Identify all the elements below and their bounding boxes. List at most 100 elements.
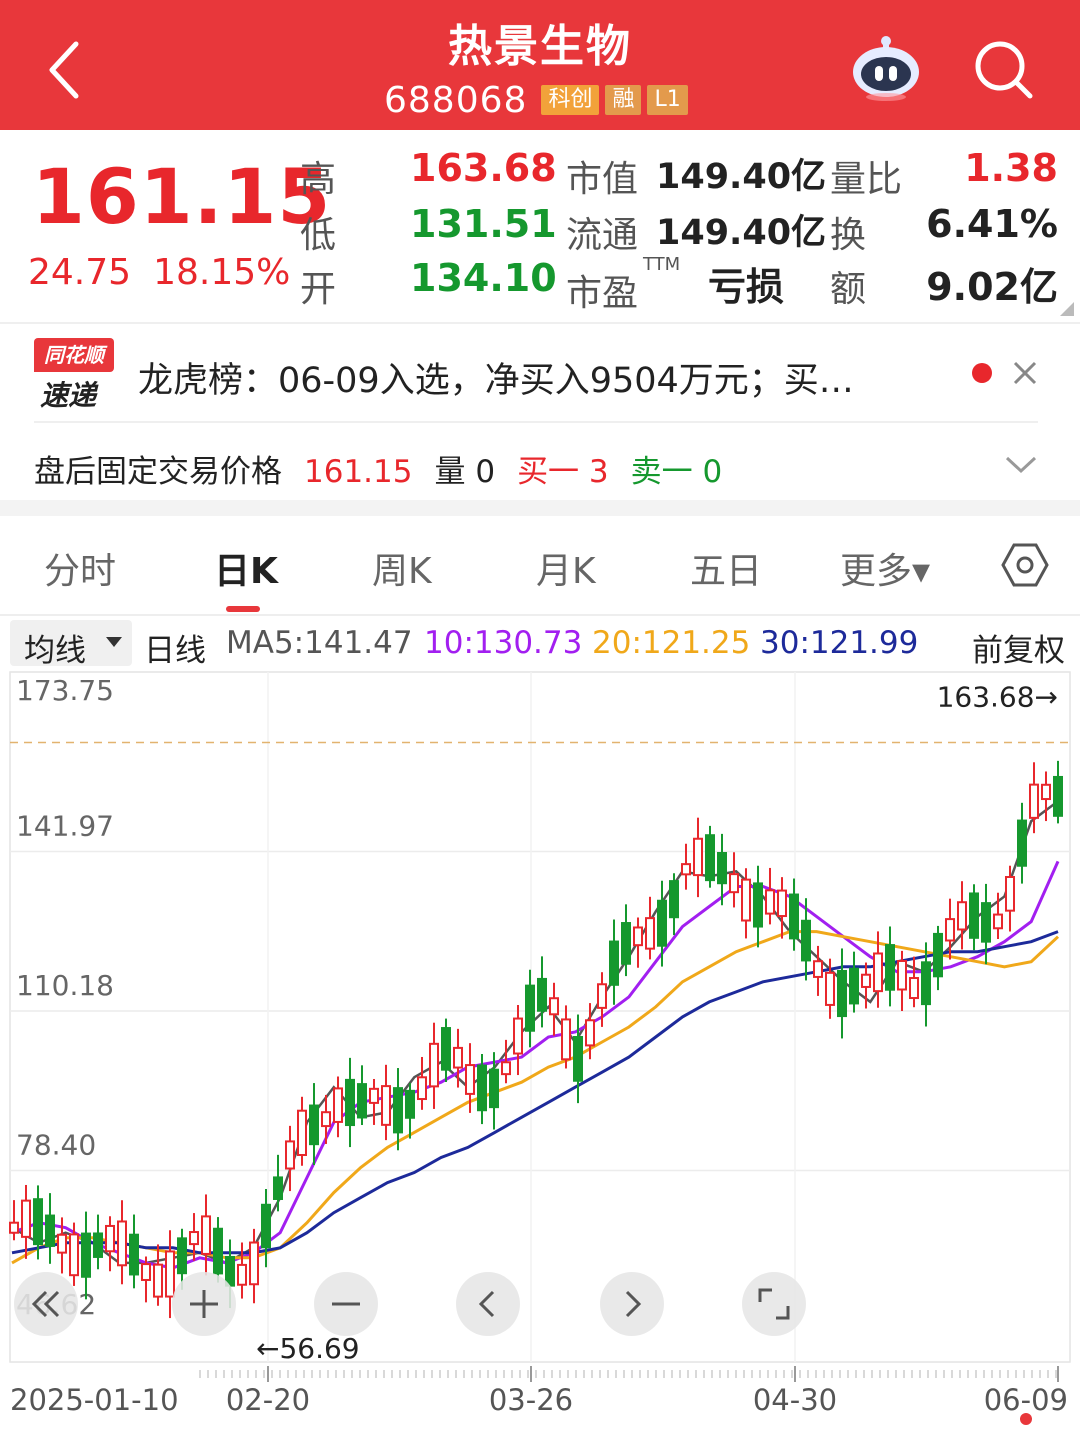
ma10-value: 10:130.73 — [424, 625, 583, 661]
min-price-label: ←56.69 — [256, 1332, 360, 1365]
candle-body — [429, 1042, 439, 1088]
candle-body — [573, 1035, 583, 1082]
news-ticker[interactable]: 同花顺 速递 龙虎榜：06-09入选，净买入9504万元；买… — [0, 324, 1080, 420]
change-percent: 18.15% — [153, 252, 291, 293]
candle-body — [441, 1027, 451, 1071]
scroll-right-button[interactable] — [600, 1272, 664, 1336]
candle-body — [417, 1076, 427, 1101]
scroll-left-end-button[interactable] — [14, 1272, 78, 1336]
candle-body — [57, 1233, 67, 1254]
expand-corner-icon[interactable] — [1060, 302, 1074, 316]
chart-settings-button[interactable] — [1000, 540, 1050, 590]
kline-chart[interactable]: 173.75141.97110.1878.4046.62163.68→←56.6… — [0, 670, 1080, 1435]
chevron-right-icon — [625, 1290, 642, 1318]
candle-body — [921, 961, 931, 1006]
low-label: 低 — [300, 215, 337, 256]
price-change: 24.75 18.15% — [28, 252, 312, 293]
after-hours-buy1: 买一 3 — [517, 454, 609, 490]
caret-down-icon — [106, 637, 122, 647]
candle-body — [393, 1087, 403, 1134]
candle-body — [177, 1237, 187, 1275]
candle-body — [609, 940, 619, 986]
candle-body — [993, 913, 1003, 930]
tab-intraday[interactable]: 分时 — [44, 542, 116, 594]
section-gap — [0, 500, 1080, 516]
indicator-select[interactable]: 均线 — [10, 620, 132, 669]
tab-weekly-k[interactable]: 周K — [372, 542, 432, 594]
candle-body — [789, 893, 799, 940]
close-news-button[interactable] — [1006, 354, 1044, 392]
kline-chart-svg: 173.75141.97110.1878.4046.62163.68→←56.6… — [9, 671, 1071, 1417]
logo-top-text: 同花顺 — [34, 338, 114, 372]
volratio-value: 1.38 — [964, 146, 1058, 190]
amount-value: 9.02亿 — [926, 265, 1058, 309]
candle-body — [729, 873, 739, 894]
candle-body — [21, 1199, 31, 1238]
plus-icon — [190, 1290, 218, 1318]
stock-code: 688068 — [384, 79, 528, 121]
zoom-out-button[interactable] — [314, 1272, 378, 1336]
level-tag: L1 — [647, 85, 688, 115]
candle-body — [333, 1087, 343, 1123]
candle-body — [345, 1078, 355, 1127]
candle-body — [777, 889, 787, 918]
expand-icon — [758, 1288, 790, 1320]
margin-tag: 融 — [605, 85, 642, 115]
fullscreen-button[interactable] — [742, 1272, 806, 1336]
candle-body — [621, 922, 631, 965]
candle-body — [897, 959, 907, 991]
candle-body — [645, 917, 655, 950]
after-hours-price: 161.15 — [304, 454, 413, 490]
candle-body — [969, 892, 979, 939]
ma-legend: 均线 日线 MA5:141.47 10:130.73 20:121.25 30:… — [0, 616, 1080, 670]
x-axis-tick-label: 2025-01-10 — [10, 1383, 179, 1417]
candle-body — [9, 1221, 19, 1234]
hexagon-settings-icon — [1001, 543, 1049, 587]
candle-body — [693, 837, 703, 877]
candle-body — [309, 1104, 319, 1146]
candle-body — [369, 1087, 379, 1104]
x-axis-tick-label: 02-20 — [226, 1383, 310, 1417]
candle-body — [141, 1263, 151, 1281]
mktcap-value: 149.40亿 — [656, 157, 827, 197]
quote-panel: 161.15 24.75 18.15% 高 163.68 低 131.51 开 1… — [0, 130, 1080, 322]
candle-body — [765, 889, 775, 915]
candle-body — [825, 971, 835, 1006]
candle-body — [285, 1140, 295, 1170]
candle-body — [813, 960, 823, 978]
adjust-mode[interactable]: 前复权 — [972, 625, 1065, 670]
candle-body — [585, 1019, 595, 1047]
candle-body — [69, 1233, 79, 1277]
candle-body — [489, 1068, 499, 1109]
candle-body — [381, 1085, 391, 1126]
period-tabs: 分时 日K 周K 月K 五日 更多▾ — [0, 516, 1080, 614]
assistant-button[interactable] — [848, 32, 924, 102]
active-tab-indicator — [226, 606, 260, 612]
candle-body — [465, 1064, 475, 1095]
candle-body — [633, 926, 643, 947]
scroll-left-button[interactable] — [456, 1272, 520, 1336]
mktcap-label: 市值 — [566, 159, 639, 200]
after-hours-label: 盘后固定交易价格 — [34, 454, 282, 490]
after-hours-row[interactable]: 盘后固定交易价格 161.15 量 0 买一 3 卖一 0 — [34, 446, 744, 491]
candle-body — [249, 1241, 259, 1286]
candle-body — [909, 977, 919, 1000]
tab-daily-k[interactable]: 日K — [214, 542, 278, 594]
candle-body — [201, 1215, 211, 1255]
candle-body — [1029, 783, 1039, 819]
candle-body — [681, 863, 691, 876]
tab-more[interactable]: 更多▾ — [840, 542, 930, 594]
zoom-in-button[interactable] — [172, 1272, 236, 1336]
candle-body — [453, 1046, 463, 1069]
expand-button[interactable] — [1002, 450, 1040, 478]
candle-body — [261, 1203, 271, 1249]
candle-body — [957, 901, 967, 931]
tab-monthly-k[interactable]: 月K — [536, 542, 596, 594]
tab-five-day[interactable]: 五日 — [690, 542, 762, 594]
news-text[interactable]: 龙虎榜：06-09入选，净买入9504万元；买… — [138, 352, 854, 403]
chevron-left-icon — [478, 1290, 495, 1318]
candle-body — [1041, 783, 1051, 801]
candle-body — [597, 983, 607, 1009]
candle-body — [933, 932, 943, 978]
search-button[interactable] — [970, 36, 1036, 102]
